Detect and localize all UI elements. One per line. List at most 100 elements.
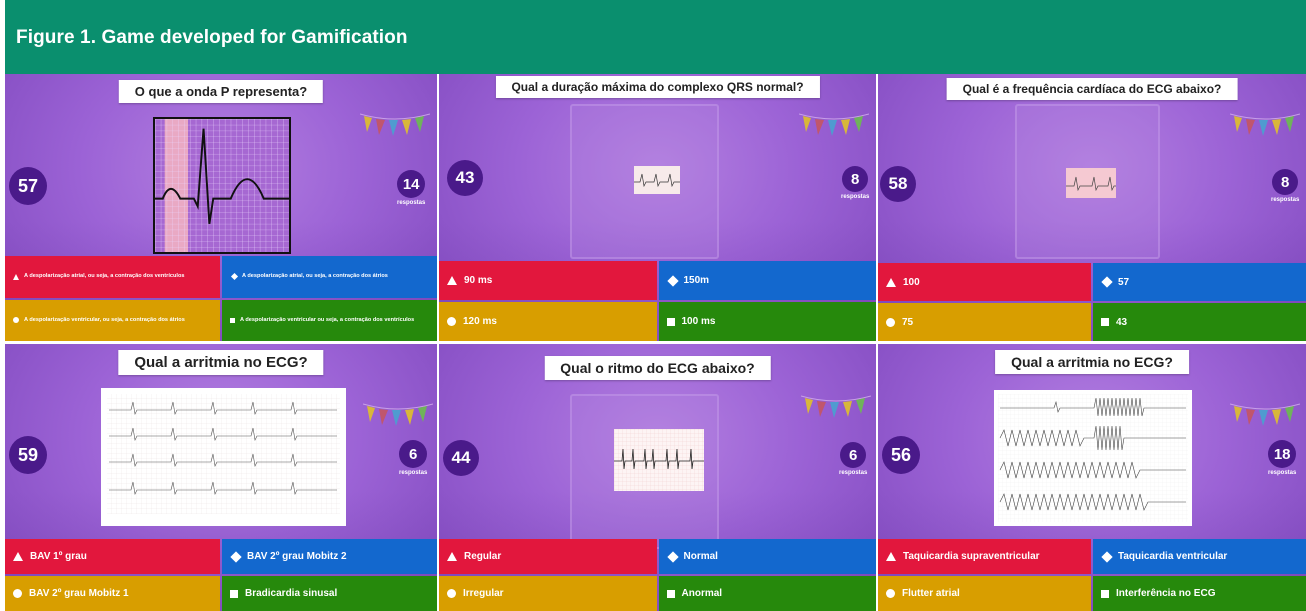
- answer-text: A despolarização ventricular ou seja, a …: [240, 316, 415, 323]
- answer-text: Interferência no ECG: [1116, 588, 1216, 599]
- answer-text: Taquicardia ventricular: [1118, 551, 1228, 562]
- answers-counter: 6 respostas: [399, 440, 427, 476]
- answer-option-yellow[interactable]: BAV 2º grau Mobitz 1: [5, 576, 220, 611]
- answers-count-badge: 8: [842, 166, 869, 192]
- diamond-icon: [666, 274, 679, 287]
- answer-options: Regular Normal Irregular Anormal: [439, 539, 876, 611]
- answer-option-red[interactable]: 100: [878, 263, 1091, 301]
- answers-label: respostas: [397, 200, 426, 206]
- timer-badge: 58: [880, 166, 916, 202]
- answer-text: 90 ms: [464, 275, 493, 286]
- answer-text: Flutter atrial: [902, 588, 960, 599]
- square-icon: [666, 589, 675, 598]
- answer-text: BAV 2º grau Mobitz 1: [29, 588, 129, 599]
- answers-label: respostas: [399, 470, 428, 476]
- figure-header: Figure 1. Game developed for Gamificatio…: [5, 0, 1306, 74]
- answer-option-green[interactable]: Anormal: [658, 576, 876, 611]
- answer-option-blue[interactable]: 57: [1093, 263, 1306, 301]
- bunting-decoration: [363, 400, 433, 430]
- answer-option-green[interactable]: A despolarização ventricular ou seja, a …: [222, 299, 437, 341]
- answer-option-yellow[interactable]: 120 ms: [439, 302, 657, 341]
- triangle-icon: [13, 273, 19, 280]
- answer-text: Normal: [683, 551, 718, 562]
- ecg-rhythm-image: [614, 429, 704, 491]
- answers-counter: 6 respostas: [839, 442, 867, 476]
- answers-counter: 8 respostas: [841, 166, 869, 200]
- answer-text: Taquicardia supraventricular: [903, 551, 1040, 562]
- answer-option-red[interactable]: BAV 1º grau: [5, 539, 220, 574]
- game-panel-5: Qual o ritmo do ECG abaixo? 44 6 respost…: [439, 344, 876, 611]
- answer-option-yellow[interactable]: Flutter atrial: [878, 576, 1091, 611]
- question-text: Qual a arritmia no ECG?: [995, 350, 1189, 374]
- circle-icon: [447, 317, 456, 326]
- answers-count-badge: 14: [397, 170, 426, 198]
- square-icon: [1101, 318, 1109, 326]
- answer-option-green[interactable]: Bradicardia sinusal: [222, 576, 437, 611]
- answer-text: 43: [1116, 316, 1128, 328]
- game-panels-grid: O que a onda P representa? 57 14 respost…: [5, 74, 1306, 611]
- diamond-icon: [230, 273, 239, 281]
- triangle-icon: [13, 552, 23, 561]
- answer-option-green[interactable]: Interferência no ECG: [1093, 576, 1306, 611]
- bunting-decoration: [801, 392, 871, 422]
- answer-option-green[interactable]: 43: [1093, 303, 1306, 341]
- square-icon: [230, 589, 238, 598]
- ecg-tachy-image: [994, 390, 1192, 526]
- answer-option-blue[interactable]: 150m: [658, 261, 876, 300]
- game-panel-3: Qual é a frequência cardíaca do ECG abai…: [878, 74, 1306, 341]
- answers-count-badge: 6: [840, 442, 867, 468]
- bunting-decoration: [1230, 110, 1300, 140]
- answer-option-blue[interactable]: A despolarização atrial, ou seja, a cont…: [222, 256, 437, 298]
- answers-label: respostas: [841, 194, 870, 200]
- answer-text: BAV 2º grau Mobitz 2: [247, 551, 347, 562]
- figure-title: Figure 1. Game developed for Gamificatio…: [16, 27, 408, 48]
- answer-text: 150m: [683, 275, 710, 286]
- square-icon: [1101, 589, 1109, 598]
- game-panel-4: Qual a arritmia no ECG? 59 6 respostas B…: [5, 344, 437, 611]
- answer-text: Irregular: [463, 588, 504, 599]
- ecg-12-lead-image: [101, 388, 346, 526]
- answer-option-blue[interactable]: Normal: [658, 539, 876, 574]
- question-text: Qual o ritmo do ECG abaixo?: [544, 356, 771, 380]
- bunting-decoration: [799, 110, 869, 140]
- answer-text: 57: [1118, 276, 1130, 288]
- timer-badge: 59: [9, 436, 47, 474]
- circle-icon: [447, 589, 456, 598]
- answer-options: BAV 1º grau BAV 2º grau Mobitz 2 BAV 2º …: [5, 539, 437, 611]
- timer-badge: 43: [447, 160, 483, 196]
- answer-options: Taquicardia supraventricular Taquicardia…: [878, 539, 1306, 611]
- answer-option-yellow[interactable]: 75: [878, 303, 1091, 341]
- answer-text: A despolarização ventricular, ou seja, a…: [24, 316, 185, 323]
- answer-option-blue[interactable]: Taquicardia ventricular: [1093, 539, 1306, 574]
- answer-text: 75: [902, 316, 914, 328]
- answer-option-red[interactable]: Taquicardia supraventricular: [878, 539, 1091, 574]
- answers-count-badge: 8: [1272, 169, 1299, 195]
- answer-option-red[interactable]: A despolarização atrial, ou seja, a cont…: [5, 256, 220, 298]
- answer-text: A despolarização atrial, ou seja, a cont…: [24, 273, 185, 280]
- square-icon: [666, 317, 675, 326]
- answers-counter: 8 respostas: [1271, 169, 1299, 203]
- answer-option-blue[interactable]: BAV 2º grau Mobitz 2: [222, 539, 437, 574]
- circle-icon: [886, 317, 895, 327]
- answer-text: A despolarização atrial, ou seja, a cont…: [242, 273, 388, 280]
- answers-label: respostas: [1271, 197, 1300, 203]
- triangle-icon: [886, 277, 896, 287]
- circle-icon: [13, 317, 19, 324]
- answer-option-red[interactable]: 90 ms: [439, 261, 657, 300]
- answer-option-green[interactable]: 100 ms: [658, 302, 876, 341]
- game-panel-1: O que a onda P representa? 57 14 respost…: [5, 74, 437, 341]
- question-text: O que a onda P representa?: [118, 80, 324, 103]
- answer-text: Bradicardia sinusal: [245, 588, 338, 599]
- answer-option-red[interactable]: Regular: [439, 539, 657, 574]
- answer-option-yellow[interactable]: Irregular: [439, 576, 657, 611]
- circle-icon: [13, 589, 22, 598]
- answers-counter: 18 respostas: [1268, 440, 1296, 476]
- answer-options: 90 ms 150m 120 ms 100 ms: [439, 261, 876, 341]
- question-text: Qual é a frequência cardíaca do ECG abai…: [946, 78, 1238, 100]
- answer-text: Anormal: [681, 588, 723, 599]
- answer-option-yellow[interactable]: A despolarização ventricular, ou seja, a…: [5, 299, 220, 341]
- diamond-icon: [230, 550, 242, 563]
- bunting-decoration: [1230, 400, 1300, 430]
- triangle-icon: [447, 552, 457, 561]
- answer-text: 120 ms: [463, 316, 497, 327]
